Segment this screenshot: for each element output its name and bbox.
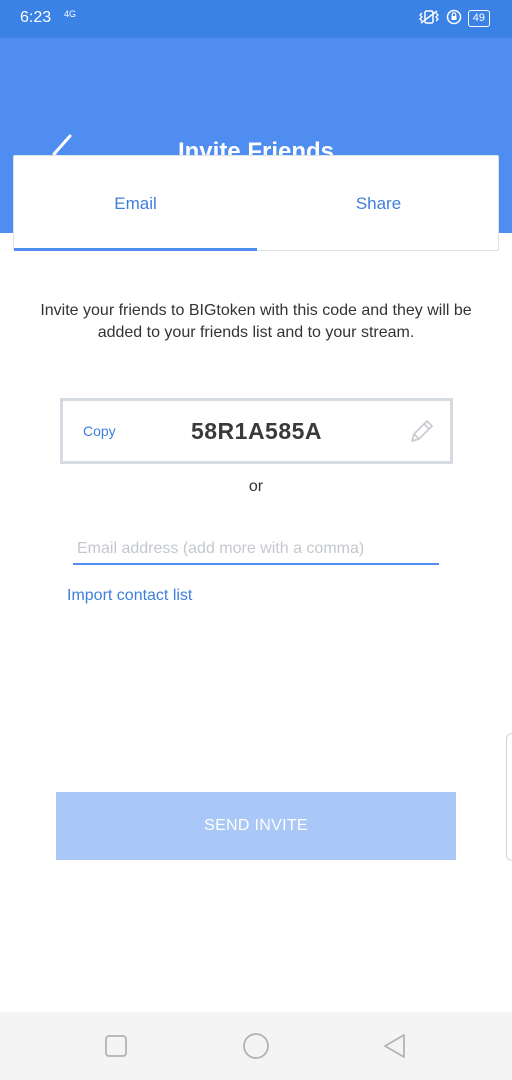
- or-separator: or: [248, 478, 264, 495]
- nav-back-button[interactable]: [380, 1030, 412, 1062]
- triangle-back-icon: [384, 1034, 405, 1058]
- recent-apps-button[interactable]: [100, 1030, 132, 1062]
- system-nav-bar: [0, 1012, 512, 1080]
- tab-selected-indicator: [14, 248, 257, 251]
- status-bar: 6:23 4G 49: [0, 0, 512, 38]
- status-time: 6:23: [20, 9, 52, 26]
- battery-indicator: 49: [467, 10, 490, 27]
- network-indicator: 4G: [64, 9, 77, 19]
- pencil-icon[interactable]: [408, 417, 436, 445]
- tab-share[interactable]: Share: [257, 156, 500, 252]
- square-icon: [105, 1035, 127, 1057]
- import-contact-list-link[interactable]: Import contact list: [67, 587, 192, 605]
- tab-bar: Email Share: [13, 155, 499, 251]
- status-icons: 49: [418, 9, 490, 28]
- email-field[interactable]: [73, 535, 439, 565]
- invite-code: 58R1A585A: [190, 418, 323, 444]
- vibrate-icon: [418, 9, 440, 28]
- invite-code-box: Copy 58R1A585A: [60, 398, 453, 464]
- invite-description: Invite your friends to BIGtoken with thi…: [40, 302, 472, 341]
- send-invite-button[interactable]: SEND INVITE: [56, 792, 456, 860]
- home-button[interactable]: [240, 1030, 272, 1062]
- alarm-icon: [446, 9, 462, 28]
- tab-email[interactable]: Email: [14, 156, 257, 252]
- edge-panel-handle[interactable]: [506, 733, 512, 861]
- circle-icon: [243, 1033, 269, 1059]
